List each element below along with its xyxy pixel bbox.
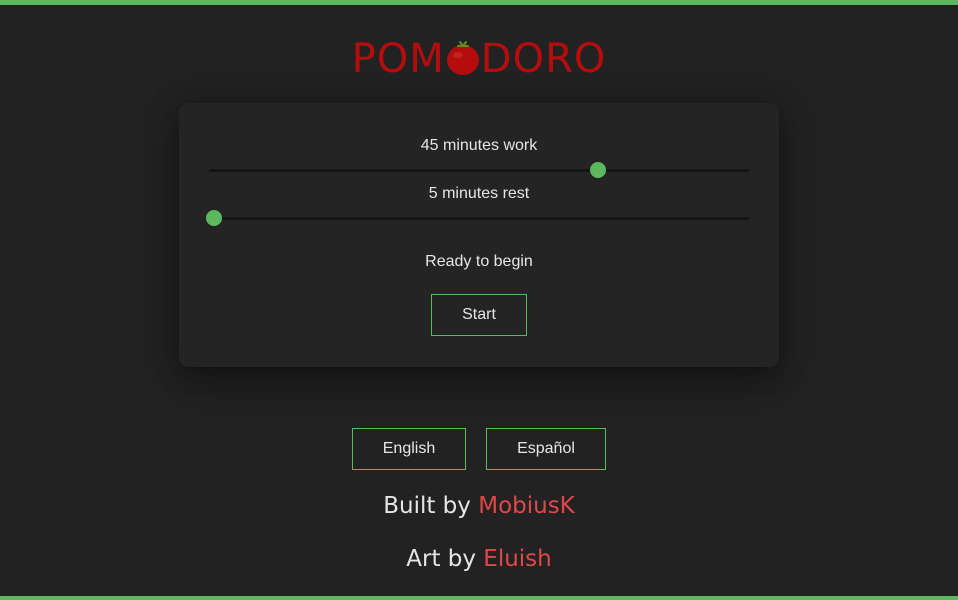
work-duration-slider[interactable] [209,162,749,178]
start-button[interactable]: Start [431,294,527,336]
art-by-credit: Art by Eluish [0,546,958,572]
app-logo: POM DORO [0,34,958,82]
rest-duration-slider[interactable] [206,210,749,226]
timer-card: 45 minutes work 5 minutes rest Ready to … [179,103,779,367]
work-slider-thumb[interactable] [589,162,606,178]
english-language-button[interactable]: English [352,428,466,470]
logo-text-right: DORO [480,36,607,82]
rest-slider-thumb[interactable] [206,210,223,226]
logo-text-left: POM [351,36,445,82]
built-by-credit: Built by MobiusK [0,493,958,519]
built-by-prefix: Built by [383,493,471,519]
work-duration-label: 45 minutes work [420,137,538,154]
rest-duration-label: 5 minutes rest [428,185,530,202]
bottom-accent-bar [0,596,958,600]
status-text: Ready to begin [425,253,533,270]
spanish-language-button[interactable]: Español [486,428,606,470]
top-accent-bar [0,0,958,5]
artist-link[interactable]: Eluish [483,546,551,572]
art-by-prefix: Art by [406,546,476,572]
tomato-icon [446,41,480,76]
author-link[interactable]: MobiusK [478,493,575,519]
